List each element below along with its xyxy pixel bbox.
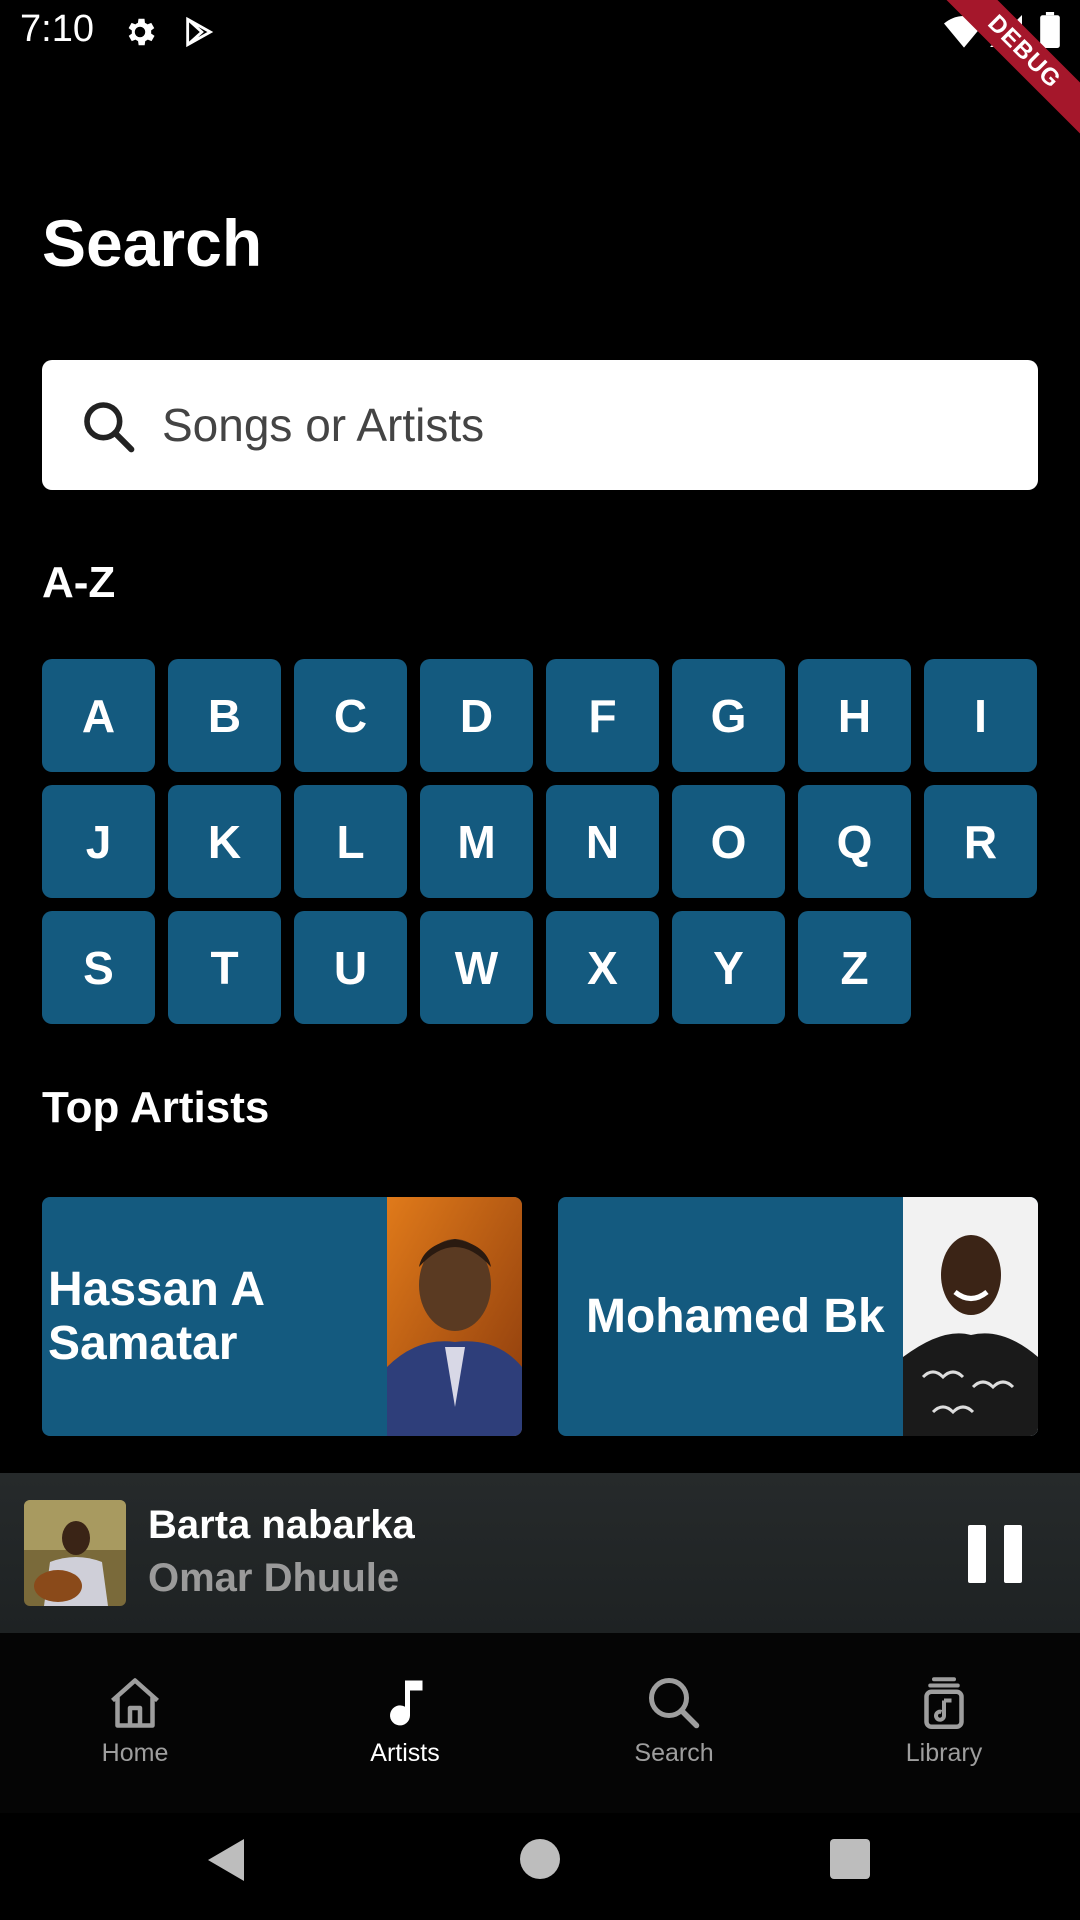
library-icon: [924, 1677, 964, 1729]
letter-button[interactable]: J: [42, 785, 155, 898]
music-note-icon: [390, 1680, 423, 1726]
nav-label-library: Library: [905, 1739, 983, 1767]
letter-button[interactable]: O: [672, 785, 785, 898]
letter-button[interactable]: N: [546, 785, 659, 898]
nav-item-search[interactable]: Search: [574, 1673, 774, 1768]
letter-button[interactable]: L: [294, 785, 407, 898]
artist-card[interactable]: Hassan A Samatar: [42, 1197, 522, 1436]
now-playing-artist: Omar Dhuule: [148, 1556, 400, 1600]
home-icon: [111, 1678, 159, 1728]
letter-button[interactable]: B: [168, 659, 281, 772]
artist-photo: [387, 1197, 522, 1436]
az-letter-grid: A B C D F G H I J K L M N O Q R S T U W …: [42, 659, 1038, 1024]
artist-name: Hassan A Samatar: [48, 1262, 264, 1370]
az-heading: A-Z: [42, 558, 116, 607]
nav-label-search: Search: [634, 1739, 714, 1767]
letter-button[interactable]: T: [168, 911, 281, 1024]
letter-button[interactable]: M: [420, 785, 533, 898]
home-circle-icon[interactable]: [520, 1839, 560, 1879]
recents-square-icon[interactable]: [830, 1839, 870, 1879]
letter-button[interactable]: C: [294, 659, 407, 772]
search-icon: [649, 1678, 700, 1729]
nav-item-artists[interactable]: Artists: [305, 1673, 505, 1768]
letter-button[interactable]: F: [546, 659, 659, 772]
letter-button[interactable]: S: [42, 911, 155, 1024]
pause-bar-left: [968, 1525, 986, 1583]
nav-label-home: Home: [101, 1739, 169, 1767]
pause-button[interactable]: [966, 1525, 1022, 1583]
letter-button[interactable]: W: [420, 911, 533, 1024]
page-title: Search: [42, 206, 263, 280]
nav-item-library[interactable]: Library: [844, 1673, 1044, 1768]
letter-button[interactable]: K: [168, 785, 281, 898]
nav-item-home[interactable]: Home: [35, 1673, 235, 1768]
now-playing-bar[interactable]: Barta nabarka Omar Dhuule: [0, 1473, 1080, 1633]
letter-button[interactable]: D: [420, 659, 533, 772]
letter-button[interactable]: R: [924, 785, 1037, 898]
status-time: 7:10: [20, 8, 94, 50]
letter-button[interactable]: G: [672, 659, 785, 772]
now-playing-artwork: [24, 1500, 126, 1606]
status-bar: 7:10 DEBUG: [0, 0, 1080, 136]
letter-button[interactable]: Y: [672, 911, 785, 1024]
settings-gear-icon: [128, 18, 155, 46]
search-icon: [84, 402, 135, 453]
letter-button[interactable]: Z: [798, 911, 911, 1024]
nav-label-artists: Artists: [370, 1739, 440, 1767]
cell-signal-icon: [990, 15, 1022, 47]
letter-button[interactable]: I: [924, 659, 1037, 772]
now-playing-title: Barta nabarka: [148, 1503, 415, 1547]
letter-button[interactable]: H: [798, 659, 911, 772]
top-artists-heading: Top Artists: [42, 1083, 270, 1132]
back-icon[interactable]: [204, 1835, 248, 1885]
artist-card[interactable]: Mohamed Bk: [558, 1197, 1038, 1436]
pause-bar-right: [1004, 1525, 1022, 1583]
bottom-navigation: Home Artists Search Library: [0, 1633, 1080, 1813]
artist-photo: [903, 1197, 1038, 1436]
letter-button[interactable]: A: [42, 659, 155, 772]
artist-name: Mohamed Bk: [586, 1289, 885, 1343]
search-input[interactable]: [162, 390, 1002, 460]
letter-button[interactable]: Q: [798, 785, 911, 898]
search-bar[interactable]: [42, 360, 1038, 490]
battery-icon: [1040, 12, 1060, 48]
letter-button[interactable]: X: [546, 911, 659, 1024]
play-store-icon: [186, 16, 214, 48]
wifi-icon: [944, 16, 984, 48]
letter-button[interactable]: U: [294, 911, 407, 1024]
system-navigation-bar: [0, 1813, 1080, 1920]
